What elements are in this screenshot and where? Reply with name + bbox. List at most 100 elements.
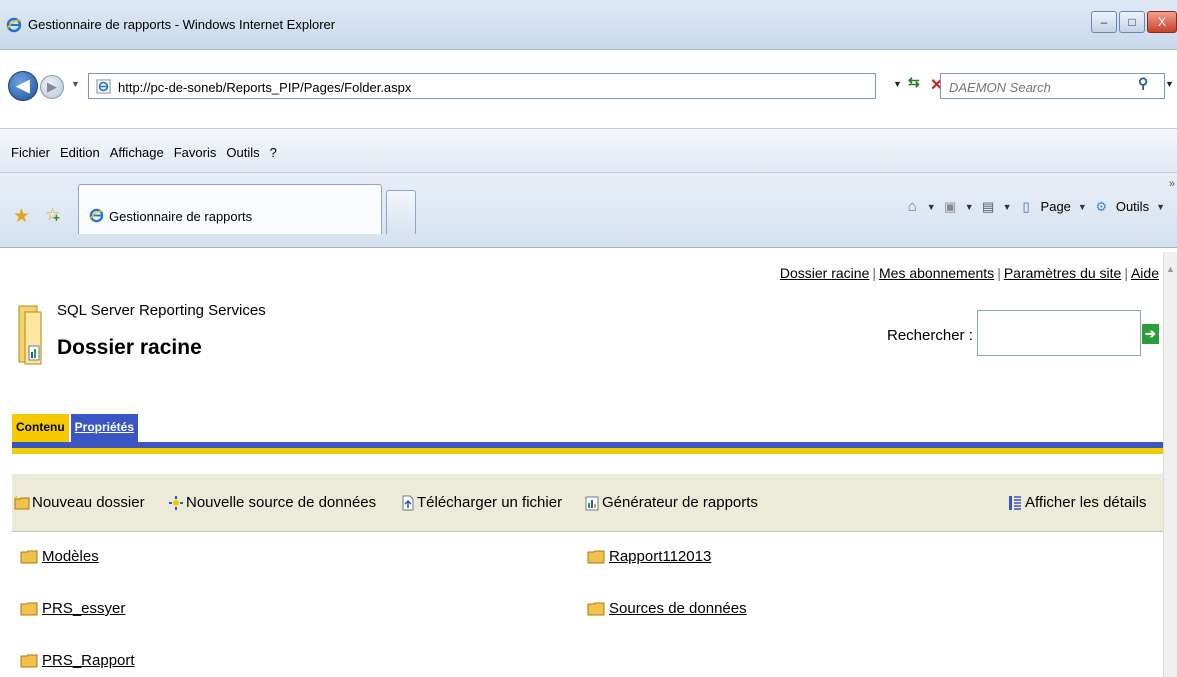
window-controls: – □ X bbox=[1091, 11, 1177, 33]
list-item[interactable]: PRS_Rapport bbox=[20, 652, 135, 669]
address-url: http://pc-de-soneb/Reports_PIP/Pages/Fol… bbox=[118, 80, 412, 95]
gear-icon: ⚙ bbox=[1095, 199, 1108, 214]
back-button[interactable]: ◀ bbox=[8, 71, 38, 101]
page-icon bbox=[96, 79, 111, 94]
datasource-new-icon bbox=[169, 495, 183, 510]
command-bar: ⌂ ▼ ▣ ▼ ▤ ▼ ▯ Page ▼ ⚙ Outils ▼ bbox=[905, 199, 1165, 214]
tab-divider-yellow bbox=[12, 448, 1163, 454]
search-dropdown-icon[interactable]: ▼ bbox=[1165, 79, 1174, 89]
tools-dropdown-icon[interactable]: ▼ bbox=[1156, 202, 1165, 212]
menu-bar: Fichier Edition Affichage Favoris Outils… bbox=[0, 128, 1177, 172]
rss-feed-icon[interactable]: ▣ bbox=[943, 199, 958, 214]
tab-bar: ★ ☆ + Gestionnaire de rapports ⌂ ▼ ▣ ▼ ▤ … bbox=[0, 172, 1177, 248]
folder-new-icon bbox=[14, 495, 30, 509]
add-favorite-icon[interactable]: ☆ + bbox=[45, 205, 60, 225]
home-icon[interactable]: ⌂ bbox=[905, 199, 920, 214]
folder-icon bbox=[20, 602, 38, 615]
link-site-settings[interactable]: Paramètres du site bbox=[1004, 265, 1122, 281]
tab-title: Gestionnaire de rapports bbox=[109, 209, 253, 224]
item-link[interactable]: Rapport112013 bbox=[609, 548, 711, 565]
folder-icon bbox=[587, 550, 605, 563]
product-name: SQL Server Reporting Services bbox=[57, 302, 266, 319]
print-icon[interactable]: ▤ bbox=[981, 199, 996, 214]
search-placeholder: DAEMON Search bbox=[949, 80, 1051, 95]
menu-help[interactable]: ? bbox=[270, 145, 277, 160]
scroll-up-icon[interactable]: ▲ bbox=[1166, 264, 1175, 274]
close-button[interactable]: X bbox=[1147, 11, 1177, 33]
link-root-folder[interactable]: Dossier racine bbox=[780, 265, 869, 281]
refresh-icon[interactable]: ⇆ bbox=[908, 74, 926, 94]
search-input[interactable]: DAEMON Search bbox=[940, 73, 1165, 99]
upload-file-button[interactable]: Télécharger un fichier bbox=[399, 494, 562, 511]
menu-affichage[interactable]: Affichage bbox=[110, 145, 164, 160]
page-dropdown-icon[interactable]: ▼ bbox=[1078, 202, 1087, 212]
menu-outils[interactable]: Outils bbox=[226, 145, 259, 160]
browser-tab[interactable]: Gestionnaire de rapports bbox=[78, 184, 382, 234]
menu-favoris[interactable]: Favoris bbox=[174, 145, 217, 160]
item-link[interactable]: PRS_essyer bbox=[42, 600, 125, 617]
report-builder-label: Générateur de rapports bbox=[602, 494, 758, 511]
link-subscriptions[interactable]: Mes abonnements bbox=[879, 265, 994, 281]
internet-explorer-icon bbox=[89, 208, 104, 223]
forward-button[interactable]: ▶ bbox=[40, 75, 64, 99]
folder-icon bbox=[20, 654, 38, 667]
list-item[interactable]: Sources de données bbox=[587, 600, 747, 617]
folder-icon bbox=[587, 602, 605, 615]
new-folder-label: Nouveau dossier bbox=[32, 494, 145, 511]
link-help[interactable]: Aide bbox=[1131, 265, 1159, 281]
maximize-button[interactable]: □ bbox=[1119, 11, 1145, 33]
tab-contenu[interactable]: Contenu bbox=[12, 414, 69, 442]
search-label: Rechercher : bbox=[887, 327, 973, 344]
show-details-label: Afficher les détails bbox=[1025, 494, 1147, 511]
print-dropdown-icon[interactable]: ▼ bbox=[1003, 202, 1012, 212]
history-dropdown-icon[interactable]: ▼ bbox=[71, 79, 80, 89]
show-details-button[interactable]: Afficher les détails bbox=[1007, 494, 1146, 511]
tab-proprietes[interactable]: Propriétés bbox=[70, 414, 139, 442]
new-datasource-button[interactable]: Nouvelle source de données bbox=[168, 494, 376, 511]
report-builder-button[interactable]: Générateur de rapports bbox=[584, 494, 758, 511]
content-toolbar: Nouveau dossier Nouvelle source de donné… bbox=[12, 474, 1163, 532]
report-builder-icon bbox=[585, 496, 599, 510]
list-item[interactable]: Modèles bbox=[20, 548, 99, 565]
folder-icon bbox=[20, 550, 38, 563]
page-menu-icon: ▯ bbox=[1022, 199, 1030, 214]
address-row: ◀ ▶ ▼ http://pc-de-soneb/Reports_PIP/Pag… bbox=[0, 70, 1177, 114]
internet-explorer-icon bbox=[6, 17, 22, 33]
page-content: Dossier racine | Mes abonnements | Paramètre… bbox=[0, 252, 1163, 677]
vertical-scrollbar[interactable]: ▲ bbox=[1163, 252, 1177, 677]
item-link[interactable]: PRS_Rapport bbox=[42, 652, 135, 669]
search-go-button[interactable]: ➔ bbox=[1142, 324, 1159, 344]
folder-report-icon bbox=[18, 305, 42, 365]
upload-label: Télécharger un fichier bbox=[417, 494, 563, 511]
page-title: Dossier racine bbox=[57, 336, 202, 359]
page-menu-button[interactable]: Page bbox=[1041, 199, 1071, 214]
arrow-right-icon: ▶ bbox=[47, 79, 57, 94]
address-input[interactable]: http://pc-de-soneb/Reports_PIP/Pages/Fol… bbox=[88, 73, 876, 99]
arrow-right-icon: ➔ bbox=[1145, 326, 1156, 341]
site-search-input[interactable] bbox=[977, 310, 1141, 356]
new-datasource-label: Nouvelle source de données bbox=[186, 494, 377, 511]
feed-dropdown-icon[interactable]: ▼ bbox=[965, 202, 974, 212]
menu-fichier[interactable]: Fichier bbox=[11, 145, 50, 160]
search-icon[interactable]: ⚲ bbox=[1138, 75, 1148, 92]
list-item[interactable]: Rapport112013 bbox=[587, 548, 711, 565]
home-dropdown-icon[interactable]: ▼ bbox=[927, 202, 936, 212]
list-item[interactable]: PRS_essyer bbox=[20, 600, 125, 617]
address-dropdown-icon[interactable]: ▼ bbox=[893, 79, 902, 89]
tools-menu-button[interactable]: Outils bbox=[1116, 199, 1149, 214]
new-tab-button[interactable] bbox=[386, 190, 416, 234]
minimize-button[interactable]: – bbox=[1091, 11, 1117, 33]
item-link[interactable]: Sources de données bbox=[609, 600, 747, 617]
details-list-icon bbox=[1009, 495, 1021, 510]
menu-edition[interactable]: Edition bbox=[60, 145, 100, 160]
arrow-left-icon: ◀ bbox=[16, 76, 30, 95]
top-links: Dossier racine | Mes abonnements | Paramètre… bbox=[779, 265, 1159, 281]
chevron-more-icon[interactable]: » bbox=[1169, 178, 1175, 190]
favorites-star-icon[interactable]: ★ bbox=[13, 205, 30, 228]
window-titlebar: Gestionnaire de rapports - Windows Inter… bbox=[0, 0, 1177, 50]
window-title: Gestionnaire de rapports - Windows Inter… bbox=[28, 17, 336, 32]
content-tabs: Contenu Propriétés bbox=[12, 414, 139, 442]
upload-icon bbox=[402, 495, 414, 510]
item-link[interactable]: Modèles bbox=[42, 548, 99, 565]
new-folder-button[interactable]: Nouveau dossier bbox=[14, 494, 145, 511]
